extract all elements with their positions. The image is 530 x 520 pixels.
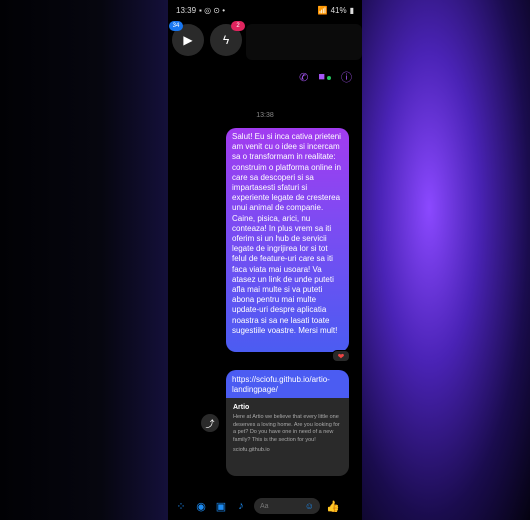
message-input[interactable]: Aa ☺: [254, 498, 320, 514]
heart-reaction-icon[interactable]: ❤: [332, 350, 350, 362]
chat-head-badge: 2: [231, 21, 245, 31]
messenger-icon: ϟ: [222, 33, 230, 47]
status-bar: 13:39 ▪ ◎ ⊙ • 📶 41% ▮: [168, 0, 362, 20]
redacted-area: [246, 24, 362, 60]
message-timestamp: 13:38: [256, 112, 274, 119]
chat-head-messenger[interactable]: 2 ϟ: [210, 21, 245, 56]
link-preview[interactable]: Artio Here at Artio we believe that ever…: [226, 398, 349, 476]
play-icon: ▶: [183, 33, 193, 47]
share-icon[interactable]: ⤴: [201, 414, 219, 432]
background-right: [362, 0, 530, 520]
chat-head-badge: 34: [169, 21, 183, 31]
link-message-card[interactable]: https://sciofu.github.io/artio-landingpa…: [226, 370, 349, 476]
notification-icons: ▪ ◎ ⊙ •: [199, 5, 226, 15]
status-time: 13:39: [176, 5, 197, 15]
phone-call-icon[interactable]: ✆: [299, 71, 308, 84]
chat-head-play[interactable]: 34 ▶: [169, 21, 204, 56]
video-call-icon[interactable]: ■: [318, 71, 331, 83]
link-url[interactable]: https://sciofu.github.io/artio-landingpa…: [226, 370, 349, 398]
background-left: [0, 0, 168, 520]
sent-message-bubble[interactable]: Salut! Eu si inca cativa prieteni am ven…: [226, 128, 349, 352]
online-dot: [327, 76, 331, 80]
camera-icon[interactable]: ◉: [194, 500, 208, 513]
link-preview-description: Here at Artio we believe that every litt…: [233, 414, 340, 443]
signal-icon: 📶: [317, 5, 328, 15]
gallery-icon[interactable]: ▣: [214, 500, 228, 513]
message-composer: ⁘ ◉ ▣ ♪ Aa ☺ 👍: [168, 494, 362, 518]
chat-header: ✆ ■ ⓘ: [168, 64, 362, 90]
microphone-icon[interactable]: ♪: [234, 500, 248, 512]
battery-percent: 41%: [330, 5, 347, 15]
like-icon[interactable]: 👍: [326, 500, 340, 513]
emoji-icon[interactable]: ☺: [305, 501, 314, 511]
battery-icon: ▮: [349, 5, 354, 15]
phone-screen: 13:39 ▪ ◎ ⊙ • 📶 41% ▮ 34 ▶ 2 ϟ ki ✆ ■ ⓘ …: [168, 0, 362, 520]
info-icon[interactable]: ⓘ: [341, 69, 352, 85]
link-preview-title: Artio: [233, 404, 250, 411]
message-input-placeholder: Aa: [260, 502, 269, 510]
apps-icon[interactable]: ⁘: [174, 500, 188, 513]
link-preview-domain: sciofu.github.io: [233, 447, 270, 453]
